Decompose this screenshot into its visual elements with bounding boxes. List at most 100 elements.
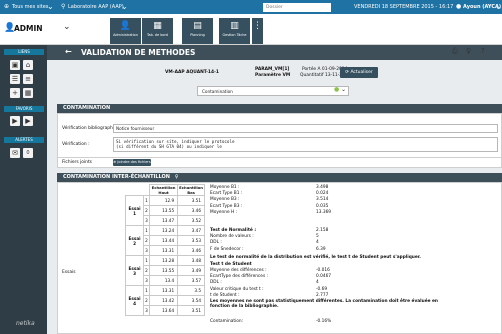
lab-selector[interactable]: Laboratoire AAP (AAP) [68,4,124,10]
stat-label: t de Student : [210,292,240,298]
bas-value[interactable]: 3.49 [177,265,205,276]
bas-value[interactable]: 3.46 [177,205,205,216]
user-icon: ● [456,3,462,10]
haut-value[interactable]: 13.28 [148,255,179,266]
chevron-down-icon[interactable]: ⌄ [121,2,128,11]
haut-value[interactable]: 13.4 [148,275,179,286]
bas-value[interactable]: 3.51 [177,195,205,206]
bas-value[interactable]: 3.48 [177,255,205,266]
site-selector[interactable]: Tous mes sites [12,4,48,10]
attach-files-button[interactable]: ⊕ Joindre des fichiers [113,159,151,166]
links-header: LIENS [4,49,44,55]
haut-value[interactable]: 13.24 [148,225,179,236]
chevron-down-icon[interactable]: ⌄ [63,22,71,32]
bulb-icon[interactable]: ♀ [466,47,471,55]
bulb-icon[interactable]: ♀ [175,174,179,180]
nav-dashboard-button[interactable]: ▦ Tab. de bord [142,18,173,44]
print-icon[interactable]: ⎙ [452,47,458,56]
table-row: Essai 1 1 12.9 3.51 [124,195,205,226]
contamination-label: Contamination: [210,319,244,324]
stat-value: 2.158 [316,228,329,233]
stat-label: Ecart Type B3 : [210,203,243,209]
stat-label: EcartType des différences : [210,274,268,280]
stat-value: 3.514 [316,197,329,203]
favorite-icon[interactable]: ▶ [23,116,33,126]
back-arrow-icon[interactable]: ← [65,47,72,56]
bas-value[interactable]: 3.51 [177,305,205,316]
stat-label: Valeur critique du test t : [210,286,264,292]
mail-icon[interactable]: ✉ [10,148,20,158]
haut-value[interactable]: 12.9 [148,195,179,206]
favoris-header: FAVORIS [4,106,44,112]
haut-value[interactable]: 13.55 [148,265,179,276]
haut-value[interactable]: 13.47 [148,215,179,226]
stat-value: 2.777 [316,292,329,298]
stat-value: 4 [316,280,319,286]
bas-value[interactable]: 3.53 [177,235,205,246]
bas-value[interactable]: 3.54 [177,295,205,306]
stat-value: -0.016 [316,268,330,273]
haut-value[interactable]: 13.64 [148,305,179,316]
nav-planning-button[interactable]: ▤ Planning [182,18,213,44]
chevron-down-icon[interactable]: ⌄ [495,2,502,11]
verif-field[interactable]: Si vérification sur site, indiquer le pr… [113,137,498,152]
user-list-icon[interactable]: ☰ [10,74,20,84]
favorite-icon[interactable]: ▶ [10,116,20,126]
top-bar: ⊕ Tous mes sites ⌄ ⚲ Laboratoire AAP (AA… [0,0,502,14]
bas-value[interactable]: 3.57 [177,275,205,286]
stat-label: DDL : [210,280,222,286]
verif-label: Vérification : [62,142,90,147]
page-title: VALIDATION DE METHODES [81,48,196,57]
essai-label: Essai 2 [124,225,145,256]
essais-label: Essais [62,270,76,275]
users-icon[interactable]: ▣ [10,60,20,70]
essai-label: Essai 3 [124,255,145,286]
essai-label: Essai 4 [124,285,145,316]
current-user[interactable]: ADMIN [14,24,43,33]
chevron-down-icon[interactable]: ⌄ [47,2,54,11]
nav-tasks-button[interactable]: ▥ Gestion Tâche [219,18,250,44]
haut-value[interactable]: 13.44 [148,235,179,246]
table-row: Essai 4 1 13.31 3.5 [124,285,205,316]
haut-value[interactable]: 13.31 [148,285,179,296]
bas-value[interactable]: 3.52 [177,215,205,226]
more-vertical-icon: ⋮ [253,21,262,31]
essais-table: Echantillon Haut Echantillon Bas Essai 1… [124,184,205,316]
normality-note: Le test de normalité de la distribution … [210,255,421,260]
actualiser-button[interactable]: ⟳ Actualiser [340,67,378,78]
globe-icon: ⊕ [4,3,10,10]
files-row: Fichiers joints ⊕ Joindre des fichiers [57,158,502,168]
bas-value[interactable]: 3.47 [177,225,205,236]
nav-administration-button[interactable]: 👤 Administration [110,18,141,44]
haut-value[interactable]: 13.31 [148,245,179,256]
page-title-bar: ← VALIDATION DE METHODES [47,45,502,60]
bas-value[interactable]: 3.5 [177,285,205,296]
add-icon[interactable]: + [10,88,20,98]
stat-label: Test de Normalité : [210,228,257,233]
haut-value[interactable]: 13.55 [148,205,179,216]
header-info: VM-AAP AQUANT-14-1 PARAM_VM[1] Paramètre… [47,60,502,102]
contamination-header: CONTAMINATION [57,104,502,113]
list-icon[interactable]: ≡ [23,74,33,84]
haut-value[interactable]: 13.42 [148,295,179,306]
vm-code: VM-AAP AQUANT-14-1 [165,70,219,75]
stat-label: F de Snedecor : [210,246,244,252]
stat-label: DDL : [210,240,222,246]
chevron-down-icon[interactable]: ⌄ [341,86,346,93]
stat-value: -0.69 [316,286,328,292]
help-icon[interactable]: ? [481,47,485,55]
stat-value: 0.024 [316,191,329,197]
location-icon: ⚲ [61,3,66,10]
more-menu-button[interactable]: ⋮ [252,18,263,44]
home-icon[interactable]: ⌂ [23,60,33,70]
date-display: VENDREDI 18 SEPTEMBRE 2015 - 16:17 [354,4,454,10]
left-panel: LIENS ▣ ⌂ ☰ ≡ + ▦ FAVORIS ▶ ▶ ALERTES ✉ … [0,45,47,334]
search-icon[interactable]: ⌕ [320,3,323,11]
grid-icon[interactable]: ▦ [23,88,33,98]
verif-biblio-field[interactable]: Notice fournisseur [113,124,498,133]
essai-label: Essai 1 [124,195,145,226]
bas-value[interactable]: 3.46 [177,245,205,256]
stat-value: 0.0467 [316,274,332,280]
param-name: Paramètre VM [255,73,291,78]
parameter-select[interactable]: Contamination [197,86,349,96]
